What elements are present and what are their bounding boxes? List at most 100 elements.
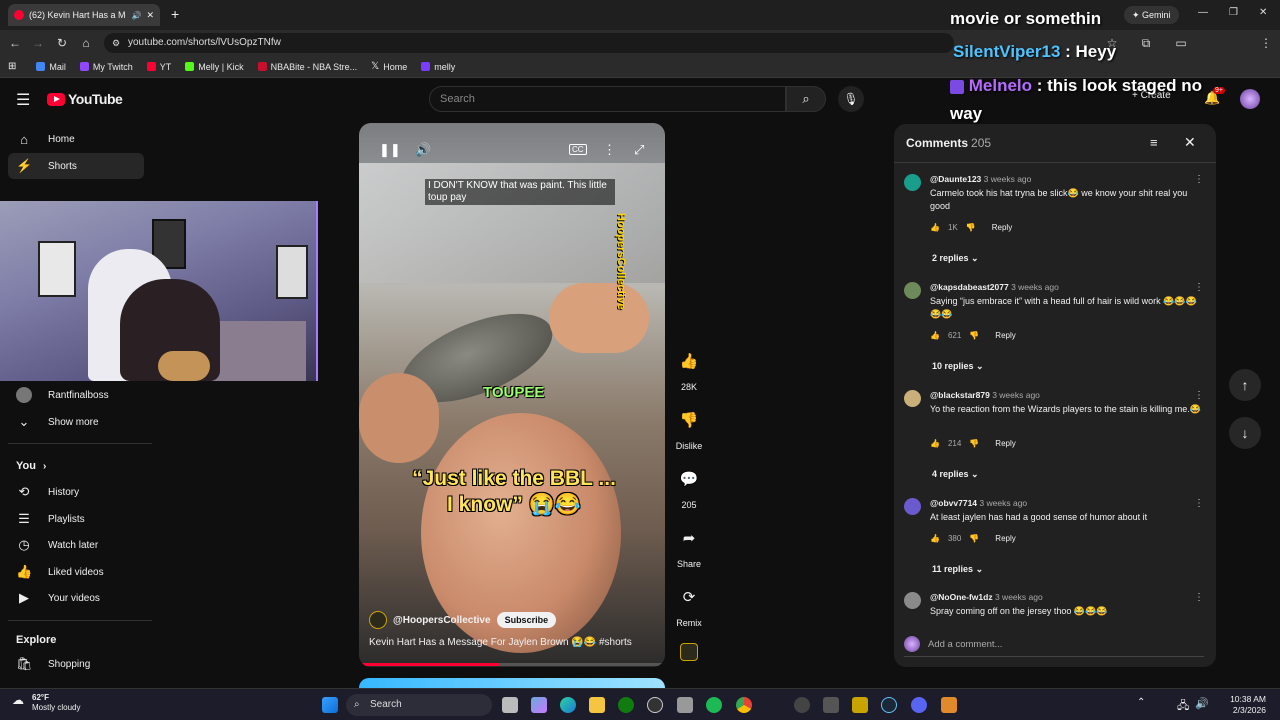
hamburger-menu-icon[interactable]: ☰ bbox=[16, 90, 30, 110]
replies-toggle[interactable]: 10 replies ⌄ bbox=[932, 361, 984, 372]
edge-icon[interactable] bbox=[560, 697, 576, 713]
site-info-icon[interactable]: ⚙ bbox=[112, 33, 120, 53]
video-progress-bar[interactable] bbox=[359, 663, 665, 666]
reply-button[interactable]: Reply bbox=[992, 223, 1012, 232]
taskbar-clock[interactable]: 10:38 AM 2/3/2026 bbox=[1216, 694, 1266, 716]
app-icon[interactable] bbox=[823, 697, 839, 713]
commenter-avatar[interactable] bbox=[904, 390, 921, 407]
maximize-icon[interactable]: ❐ bbox=[1229, 7, 1238, 18]
subscribe-button[interactable]: Subscribe bbox=[496, 612, 557, 628]
close-window-icon[interactable]: ✕ bbox=[1259, 7, 1267, 18]
volume-icon[interactable]: 🔊 bbox=[415, 142, 431, 158]
sidebar-item-playlists[interactable]: ☰ Playlists bbox=[8, 506, 144, 532]
more-options-icon[interactable]: ⋮ bbox=[1194, 174, 1204, 185]
next-short-button[interactable]: ↓ bbox=[1229, 417, 1261, 449]
thumbs-up-icon[interactable]: 👍 bbox=[930, 223, 940, 232]
bookmark-my-twitch[interactable]: My Twitch bbox=[79, 62, 133, 72]
thumbs-down-icon[interactable]: 👎 bbox=[966, 223, 976, 232]
thumbs-up-icon[interactable]: 👍 bbox=[930, 534, 940, 543]
channel-name[interactable]: @HoopersCollective bbox=[393, 615, 491, 626]
forward-icon[interactable]: → bbox=[30, 35, 46, 51]
sidebar-item-shopping[interactable]: 🛍 Shopping bbox=[8, 651, 144, 677]
spotify-icon[interactable] bbox=[706, 697, 722, 713]
sidebar-item-your-videos[interactable]: ▶ Your videos bbox=[8, 585, 144, 611]
voice-search-button[interactable]: 🎙 bbox=[838, 86, 864, 112]
file-explorer-icon[interactable] bbox=[589, 697, 605, 713]
obs-icon[interactable] bbox=[647, 697, 663, 713]
close-icon[interactable]: ✕ bbox=[1184, 134, 1196, 151]
sort-icon[interactable]: ≡ bbox=[1150, 135, 1158, 150]
photos-icon[interactable] bbox=[852, 697, 868, 713]
back-icon[interactable]: ← bbox=[7, 35, 23, 51]
steam-icon[interactable] bbox=[881, 697, 897, 713]
add-comment-row[interactable]: Add a comment... bbox=[904, 636, 1204, 657]
notifications-button[interactable]: 🔔 9+ bbox=[1204, 87, 1225, 106]
share-button[interactable]: ➦ Share bbox=[672, 524, 706, 569]
reload-icon[interactable]: ↻ bbox=[54, 35, 70, 51]
reply-button[interactable]: Reply bbox=[995, 331, 1015, 340]
more-options-icon[interactable]: ⋮ bbox=[1194, 282, 1204, 293]
more-options-icon[interactable]: ⋮ bbox=[1194, 592, 1204, 603]
avatar[interactable] bbox=[1240, 89, 1260, 109]
sidebar-header-you[interactable]: You › bbox=[16, 460, 46, 472]
comment-author[interactable]: @Daunte123 3 weeks ago bbox=[930, 174, 1031, 184]
sidebar-item-liked-videos[interactable]: 👍 Liked videos bbox=[8, 559, 144, 585]
more-options-icon[interactable]: ⋮ bbox=[1194, 390, 1204, 401]
bookmark-melly-kick[interactable]: Melly | Kick bbox=[185, 62, 244, 72]
fullscreen-icon[interactable]: ⤢ bbox=[634, 142, 644, 158]
thumbs-up-icon[interactable]: 👍 bbox=[930, 439, 940, 448]
shorts-video-player[interactable]: ❚❚ 🔊 CC ⋮ ⤢ I DON'T KNOW that was paint.… bbox=[359, 123, 665, 667]
sidebar-show-more[interactable]: ⌄ Show more bbox=[8, 409, 144, 435]
app-icon[interactable] bbox=[941, 697, 957, 713]
commenter-avatar[interactable] bbox=[904, 282, 921, 299]
minimize-icon[interactable]: — bbox=[1198, 7, 1208, 18]
sidebar-item-shorts[interactable]: ⚡ Shorts bbox=[8, 153, 144, 179]
sidepanel-icon[interactable]: ▭ bbox=[1173, 35, 1189, 51]
xbox-icon[interactable] bbox=[618, 697, 634, 713]
reply-button[interactable]: Reply bbox=[995, 534, 1015, 543]
volume-icon[interactable]: 🔊 bbox=[1195, 697, 1209, 710]
comments-button[interactable]: 💬 205 bbox=[672, 465, 706, 510]
commenter-avatar[interactable] bbox=[904, 498, 921, 515]
thumbs-up-icon[interactable]: 👍 bbox=[930, 331, 940, 340]
like-button[interactable]: 👍 28K bbox=[672, 347, 706, 392]
chrome-icon[interactable] bbox=[736, 697, 752, 713]
taskbar-search[interactable]: ⌕ Search bbox=[346, 694, 492, 716]
comment-input[interactable]: Add a comment... bbox=[928, 639, 1002, 650]
replies-toggle[interactable]: 11 replies ⌄ bbox=[932, 564, 983, 575]
gemini-button[interactable]: ✦ Gemini bbox=[1124, 6, 1179, 24]
commenter-avatar[interactable] bbox=[904, 174, 921, 191]
pause-icon[interactable]: ❚❚ bbox=[379, 142, 401, 158]
bookmark-home[interactable]: 𝕏 Home bbox=[371, 61, 407, 72]
channel-avatar[interactable] bbox=[369, 611, 387, 629]
bookmark-yt[interactable]: YT bbox=[146, 62, 171, 72]
thumbs-down-icon[interactable]: 👎 bbox=[969, 439, 979, 448]
close-tab-icon[interactable]: ✕ bbox=[146, 10, 154, 21]
dislike-button[interactable]: 👎 Dislike bbox=[672, 406, 706, 451]
remix-button[interactable]: ⟳ Remix bbox=[672, 583, 706, 628]
more-options-icon[interactable]: ⋮ bbox=[603, 142, 616, 158]
new-tab-button[interactable]: + bbox=[171, 6, 179, 22]
windows-start-icon[interactable] bbox=[322, 697, 338, 713]
commenter-avatar[interactable] bbox=[904, 592, 921, 609]
search-button[interactable]: ⌕ bbox=[786, 86, 826, 112]
menu-icon[interactable]: ⋮ bbox=[1258, 35, 1274, 51]
task-view-icon[interactable] bbox=[502, 697, 518, 713]
thumbs-down-icon[interactable]: 👎 bbox=[969, 331, 979, 340]
chevron-up-icon[interactable]: ⌃ bbox=[1137, 697, 1145, 708]
sidebar-item-rantfinalboss[interactable]: Rantfinalboss bbox=[8, 382, 144, 408]
copilot-icon[interactable] bbox=[531, 697, 547, 713]
bookmark-nbabite[interactable]: NBABite - NBA Stre... bbox=[257, 62, 357, 72]
comment-author[interactable]: @blackstar879 3 weeks ago bbox=[930, 390, 1040, 400]
sidebar-item-history[interactable]: ⟲ History bbox=[8, 479, 144, 505]
more-options-icon[interactable]: ⋮ bbox=[1194, 498, 1204, 509]
url-field[interactable]: ⚙ youtube.com/shorts/lVUsOpzTNfw bbox=[104, 33, 954, 53]
thumbs-down-icon[interactable]: 👎 bbox=[969, 534, 979, 543]
previous-short-button[interactable]: ↑ bbox=[1229, 369, 1261, 401]
apps-grid-icon[interactable]: ⊞ bbox=[8, 61, 16, 72]
comment-author[interactable]: @kapsdabeast2077 3 weeks ago bbox=[930, 282, 1059, 292]
browser-tab-youtube[interactable]: (62) Kevin Hart Has a Messag 🔊 ✕ bbox=[8, 4, 160, 26]
network-icon[interactable]: 🖧 bbox=[1177, 697, 1189, 716]
store-icon[interactable] bbox=[677, 697, 693, 713]
bookmark-mail[interactable]: Mail bbox=[36, 62, 66, 72]
